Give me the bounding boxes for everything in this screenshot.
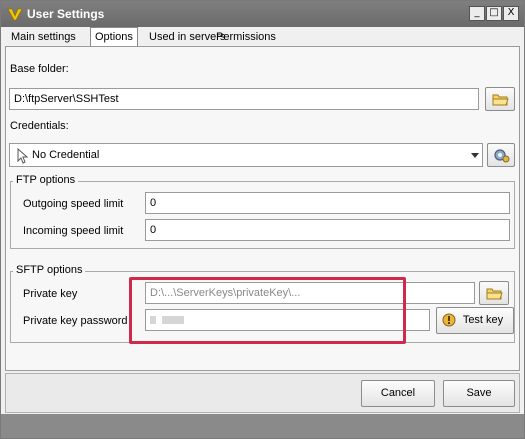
folder-icon [486,288,503,300]
incoming-speed-label: Incoming speed limit [23,225,124,237]
private-key-password-label: Private key password [23,315,128,327]
sftp-options-title: SFTP options [13,264,86,276]
tab-permissions[interactable]: Permissions [212,29,280,46]
tab-strip: Main settings Options Used in servers Pe… [5,27,520,46]
maximize-button[interactable]: □ [486,6,502,21]
dialog-footer: Cancel Save [5,373,520,413]
credentials-label: Credentials: [10,120,69,132]
browse-folder-button[interactable] [485,87,515,111]
highlight-rectangle [129,277,406,344]
cursor-icon [17,148,28,164]
base-folder-input[interactable]: D:\ftpServer\SSHTest [9,88,479,110]
tab-options[interactable]: Options [90,27,138,46]
test-key-label: Test key [462,314,504,326]
outgoing-speed-input[interactable]: 0 [145,192,510,214]
ftp-options-title: FTP options [13,174,79,186]
credential-settings-button[interactable] [487,143,515,167]
outgoing-speed-label: Outgoing speed limit [23,198,124,210]
minimize-button[interactable]: _ [469,6,485,21]
close-button[interactable]: X [503,6,519,21]
credentials-selected-value: No Credential [32,149,100,161]
app-logo-icon [7,8,23,21]
title-bar[interactable]: User Settings _ □ X [1,1,524,27]
browse-key-button[interactable] [479,281,509,305]
save-button[interactable]: Save [443,380,515,407]
test-key-button[interactable]: Test key [436,307,514,334]
window-title: User Settings [27,7,105,21]
status-bar [1,414,524,438]
folder-icon [492,94,509,106]
base-folder-label: Base folder: [10,63,69,75]
credentials-select[interactable]: No Credential [9,143,483,167]
cancel-button[interactable]: Cancel [361,380,435,407]
key-icon [442,313,456,327]
gear-icon [494,149,510,163]
private-key-label: Private key [23,288,78,300]
incoming-speed-input[interactable]: 0 [145,219,510,241]
tab-main-settings[interactable]: Main settings [7,29,80,46]
chevron-down-icon[interactable] [471,153,479,158]
user-settings-window: User Settings _ □ X Main settings Option… [0,0,525,439]
